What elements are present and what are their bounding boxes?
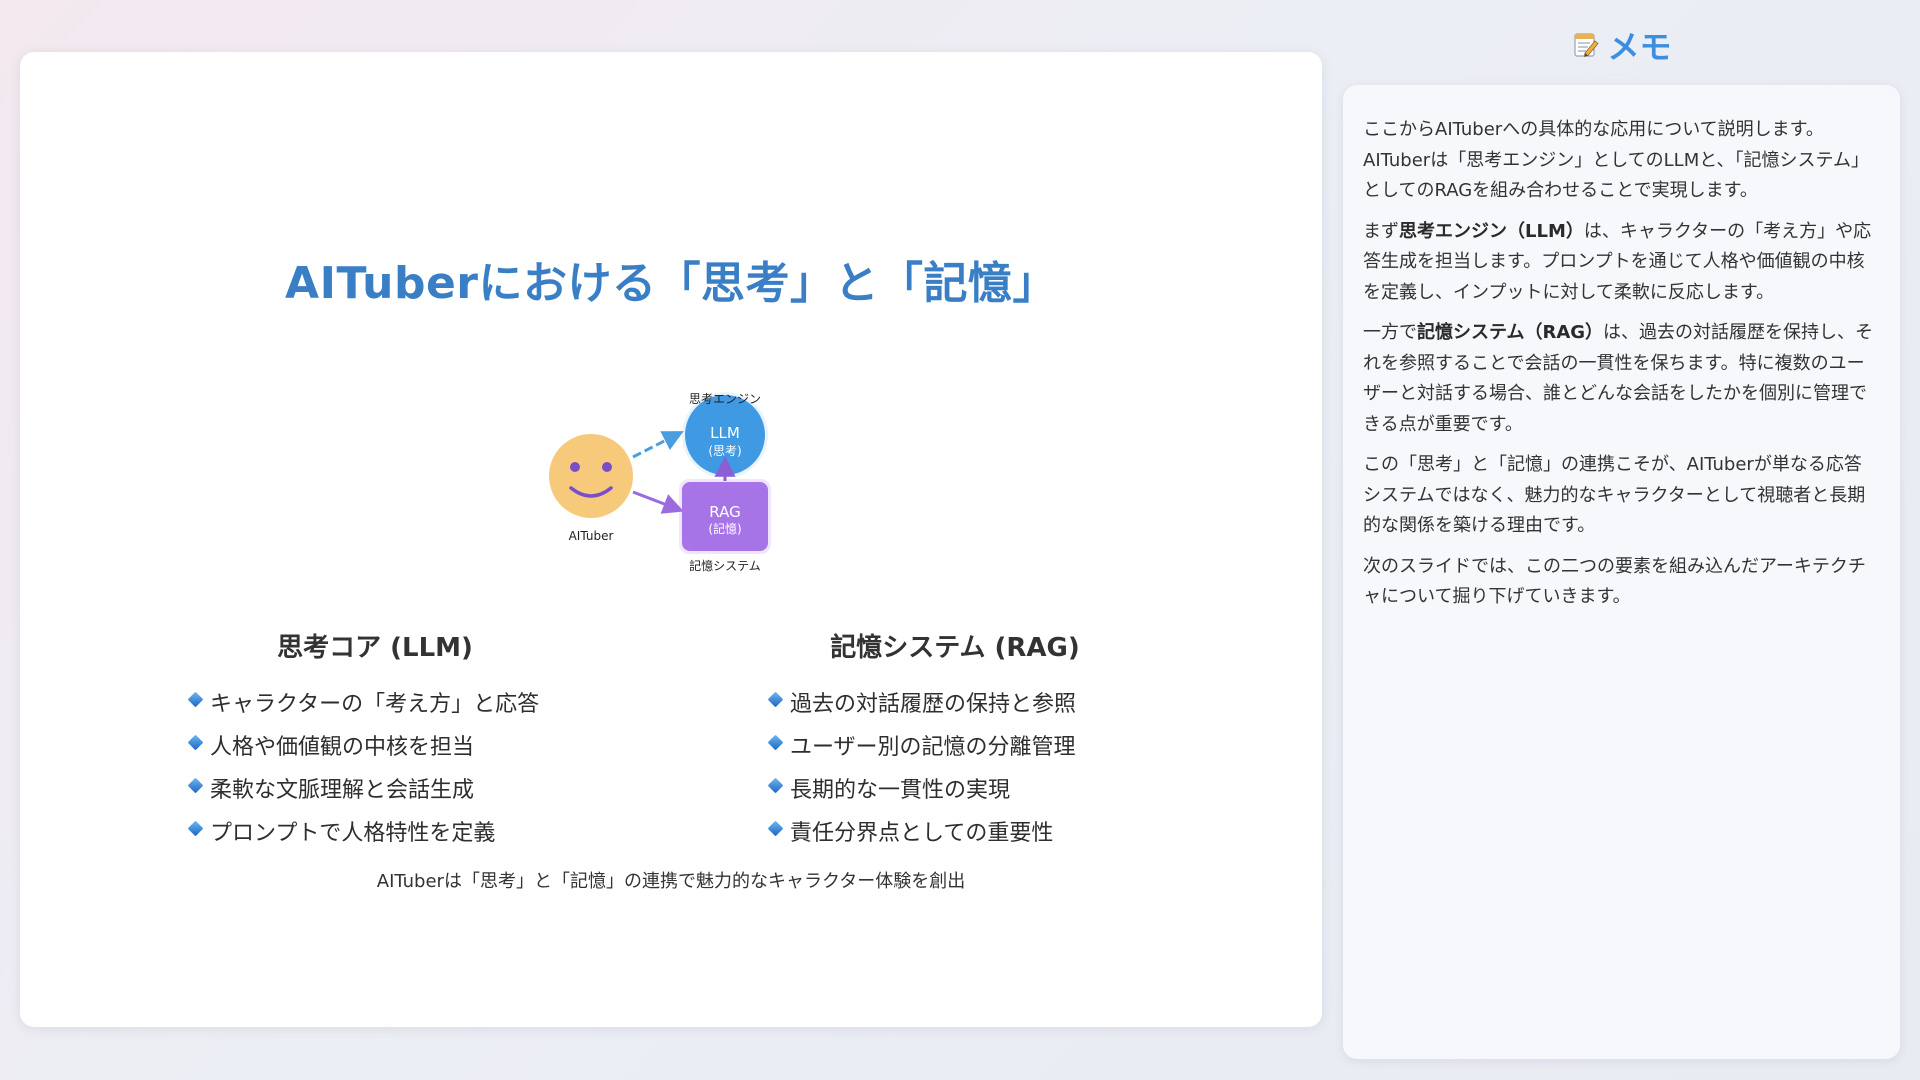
memo-paragraph: ここからAITuberへの具体的な応用について説明します。AITuberは「思考… [1363,119,1869,201]
diamond-bullet-icon [187,820,204,837]
rag-feature-list: 過去の対話履歴の保持と参照 ユーザー別の記憶の分離管理 長期的な一貫性の実現 責… [745,680,1265,852]
memo-panel[interactable]: ここからAITuberへの具体的な応用について説明します。AITuberは「思考… [1343,85,1900,1059]
slide-title: AITuberにおける「思考」と「記憶」 [285,258,1057,309]
engine-label: 思考エンジン [689,392,761,406]
llm-sublabel: (思考) [708,444,741,458]
list-item: プロンプトで人格特性を定義 [165,809,685,852]
list-item: キャラクターの「考え方」と応答 [165,680,685,723]
slide-caption: AITuberは「思考」と「記憶」の連携で魅力的なキャラクター体験を創出 [376,871,966,892]
memo-icon [1573,31,1600,59]
list-item-text: キャラクターの「考え方」と応答 [210,691,540,717]
llm-label: LLM [710,424,740,442]
list-item-text: 過去の対話履歴の保持と参照 [790,691,1077,717]
list-item-text: プロンプトで人格特性を定義 [210,820,496,846]
diamond-bullet-icon [187,691,204,708]
diamond-bullet-icon [767,777,784,794]
rag-column-heading: 記憶システム (RAG) [830,633,1080,663]
slide: AITuberにおける「思考」と「記憶」 思考エンジン LLM (思考) RAG… [20,52,1322,1027]
list-item: 責任分界点としての重要性 [745,809,1265,852]
face-to-llm-arrow [632,431,684,459]
memo-paragraph: 一方で記憶システム（RAG）は、過去の対話履歴を保持し、それを参照することで会話… [1363,322,1874,435]
rag-sublabel: (記憶) [708,521,741,536]
diamond-bullet-icon [187,777,204,794]
diamond-bullet-icon [767,691,784,708]
diamond-bullet-icon [187,734,204,751]
memory-label: 記憶システム [689,558,761,573]
list-item: 柔軟な文脈理解と会話生成 [165,766,685,809]
diamond-bullet-icon [767,820,784,837]
architecture-diagram: 思考エンジン LLM (思考) RAG (記憶) 記憶システム AITuber [549,392,771,573]
memo-paragraph: この「思考」と「記憶」の連携こそが、AITuberが単なる応答システムではなく、… [1363,454,1866,536]
feature-columns: 思考コア (LLM) キャラクターの「考え方」と応答 人格や価値観の中核を担当 … [165,627,1185,847]
list-item: 長期的な一貫性の実現 [745,766,1265,809]
list-item-text: 責任分界点としての重要性 [790,820,1054,846]
list-item: 人格や価値観の中核を担当 [165,723,685,766]
list-item-text: ユーザー別の記憶の分離管理 [790,734,1076,760]
aituber-face-icon [549,434,633,518]
llm-feature-list: キャラクターの「考え方」と応答 人格や価値観の中核を担当 柔軟な文脈理解と会話生… [165,680,685,852]
memo-header: メモ [1345,20,1900,70]
memo-paragraph: まず思考エンジン（LLM）は、キャラクターの「考え方」や応答生成を担当します。プ… [1363,220,1872,303]
llm-column: 思考コア (LLM) キャラクターの「考え方」と応答 人格や価値観の中核を担当 … [165,627,685,852]
list-item: ユーザー別の記憶の分離管理 [745,723,1265,766]
memo-paragraph: 次のスライドでは、この二つの要素を組み込んだアーキテクチャについて掘り下げていき… [1363,555,1866,608]
aituber-label: AITuber [569,529,614,543]
list-item-text: 人格や価値観の中核を担当 [210,734,475,760]
list-item-text: 長期的な一貫性の実現 [790,777,1011,803]
llm-column-heading: 思考コア (LLM) [277,633,473,663]
list-item-text: 柔軟な文脈理解と会話生成 [210,777,475,803]
rag-column: 記憶システム (RAG) 過去の対話履歴の保持と参照 ユーザー別の記憶の分離管理… [745,627,1265,852]
list-item: 過去の対話履歴の保持と参照 [745,680,1265,723]
memo-title: メモ [1607,28,1672,66]
face-to-rag-arrow [632,490,684,514]
diamond-bullet-icon [767,734,784,751]
rag-label: RAG [709,503,740,521]
